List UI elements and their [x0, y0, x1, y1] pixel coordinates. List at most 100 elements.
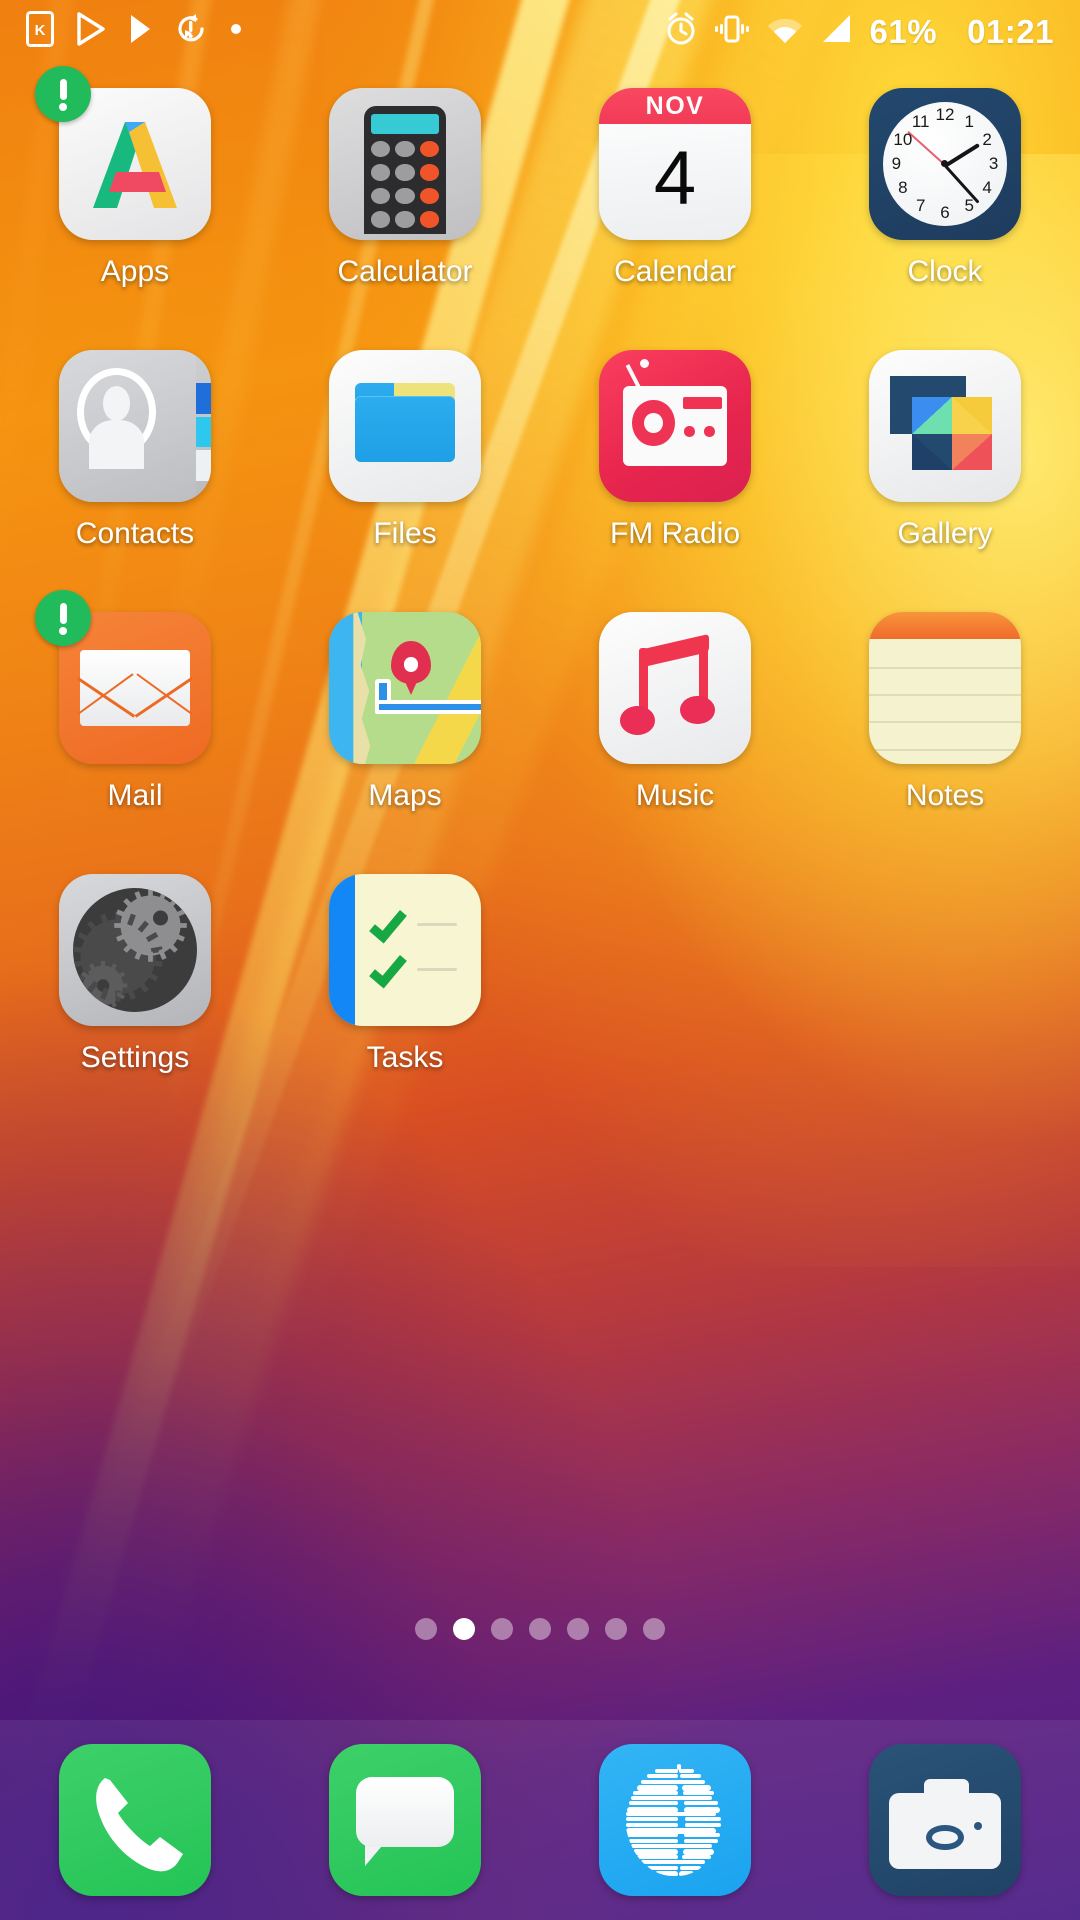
app-fm-radio[interactable]: FM Radio [540, 350, 810, 549]
globe-stripe [682, 1854, 711, 1859]
note-head [679, 695, 715, 725]
app-tasks[interactable]: Tasks [270, 874, 540, 1073]
status-bar-clock: 01:21 [967, 12, 1054, 50]
status-bar[interactable]: K 61% 01:21 [0, 0, 1080, 62]
app-contacts[interactable]: Contacts [0, 350, 270, 549]
app-files[interactable]: Files [270, 350, 540, 549]
browser-icon[interactable] [599, 1744, 751, 1896]
app-mail[interactable]: Mail [0, 590, 270, 811]
app-notes[interactable]: Notes [810, 612, 1080, 811]
app-settings[interactable]: Settings [0, 874, 270, 1073]
app-icon-wrap[interactable]: NOV 4 [599, 88, 751, 240]
app-icon-wrap[interactable] [59, 874, 211, 1026]
notification-badge [35, 66, 91, 122]
globe-stripe [655, 1769, 678, 1774]
app-label: Apps [100, 255, 170, 288]
globe-stripe [680, 1865, 702, 1870]
app-label: Gallery [897, 517, 993, 550]
app-label: Maps [368, 779, 442, 812]
app-label: FM Radio [609, 517, 741, 550]
contacts-card [59, 350, 196, 502]
app-icon-wrap[interactable] [329, 88, 481, 240]
notepad-header [869, 612, 1021, 640]
wifi-icon [766, 13, 804, 50]
clock-numeral: 5 [964, 196, 975, 216]
app-icon-wrap[interactable] [869, 350, 1021, 502]
app-maps[interactable]: Maps [270, 612, 540, 811]
app-clock[interactable]: 12 1 2 3 4 5 6 7 8 9 10 11 Clock [810, 88, 1080, 287]
app-calendar[interactable]: NOV 4 Calendar [540, 88, 810, 287]
gallery-icon[interactable] [869, 350, 1021, 502]
globe-stripe [684, 1822, 721, 1827]
app-icon-wrap[interactable] [35, 590, 211, 764]
contacts-icon[interactable] [59, 350, 211, 502]
signal-icon [820, 13, 854, 50]
app-icon-wrap[interactable]: 12 1 2 3 4 5 6 7 8 9 10 11 [869, 88, 1021, 240]
page-dot[interactable] [415, 1618, 437, 1640]
messages-icon[interactable] [329, 1744, 481, 1896]
app-music[interactable]: Music [540, 612, 810, 811]
sync-problem-icon [174, 12, 208, 51]
clock-icon[interactable]: 12 1 2 3 4 5 6 7 8 9 10 11 [869, 88, 1021, 240]
app-apps[interactable]: Apps [0, 66, 270, 288]
globe-stripe [684, 1817, 721, 1822]
radio-speaker [632, 400, 675, 446]
folder-front [354, 395, 456, 463]
camera-icon[interactable] [869, 1744, 1021, 1896]
globe-stripe [647, 1865, 678, 1870]
page-dot[interactable] [605, 1618, 627, 1640]
settings-icon[interactable] [59, 874, 211, 1026]
radio-knob [684, 426, 695, 437]
page-dot[interactable] [567, 1618, 589, 1640]
globe-stripe [641, 1779, 705, 1784]
globe-stripe [684, 1838, 719, 1843]
globe-stripe [628, 1801, 678, 1806]
map-pin [391, 640, 431, 696]
page-dot[interactable] [643, 1618, 665, 1640]
clock-numeral: 12 [935, 105, 955, 125]
contacts-avatar-body [89, 419, 144, 469]
page-dot[interactable] [491, 1618, 513, 1640]
dock [0, 1720, 1080, 1920]
app-label: Calculator [337, 255, 473, 288]
notification-badge [35, 590, 91, 646]
app-icon-wrap[interactable] [329, 612, 481, 764]
status-bar-notifications[interactable]: K [26, 10, 242, 52]
clock-face: 12 1 2 3 4 5 6 7 8 9 10 11 [882, 101, 1008, 227]
page-dot[interactable] [529, 1618, 551, 1640]
radio-dial [682, 397, 723, 410]
map-coastline [353, 612, 371, 764]
app-icon-wrap[interactable] [869, 612, 1021, 764]
app-icon-wrap[interactable] [59, 350, 211, 502]
app-icon-wrap[interactable] [599, 612, 751, 764]
page-dot[interactable] [453, 1618, 475, 1640]
calculator-display [370, 113, 440, 135]
page-indicator[interactable] [0, 1618, 1080, 1640]
app-icon-wrap[interactable] [329, 350, 481, 502]
music-icon[interactable] [599, 612, 751, 764]
calculator-icon[interactable] [329, 88, 481, 240]
clock-numeral: 9 [891, 153, 902, 173]
tasks-icon[interactable] [329, 874, 481, 1026]
globe-stripe [684, 1833, 720, 1838]
phone-icon[interactable] [59, 1744, 211, 1896]
app-calculator[interactable]: Calculator [270, 88, 540, 287]
fm-radio-icon[interactable] [599, 350, 751, 502]
vibrate-icon [714, 12, 750, 51]
maps-icon[interactable] [329, 612, 481, 764]
map-route [374, 700, 481, 714]
app-icon-wrap[interactable] [329, 874, 481, 1026]
status-bar-system[interactable]: 61% 01:21 [664, 11, 1054, 52]
calendar-icon[interactable]: NOV 4 [599, 88, 751, 240]
calendar-header: NOV [599, 88, 751, 125]
app-icon-wrap[interactable] [35, 66, 211, 240]
app-grid: Apps Calculator NOV 4 Calendar 12 1 2 3 … [0, 66, 1080, 1073]
globe-stripe [630, 1795, 713, 1800]
app-gallery[interactable]: Gallery [810, 350, 1080, 549]
globe-stripe [626, 1811, 716, 1816]
gallery-pinwheel [911, 397, 993, 471]
camera-indicator [974, 1821, 983, 1830]
app-icon-wrap[interactable] [599, 350, 751, 502]
notes-icon[interactable] [869, 612, 1021, 764]
files-icon[interactable] [329, 350, 481, 502]
